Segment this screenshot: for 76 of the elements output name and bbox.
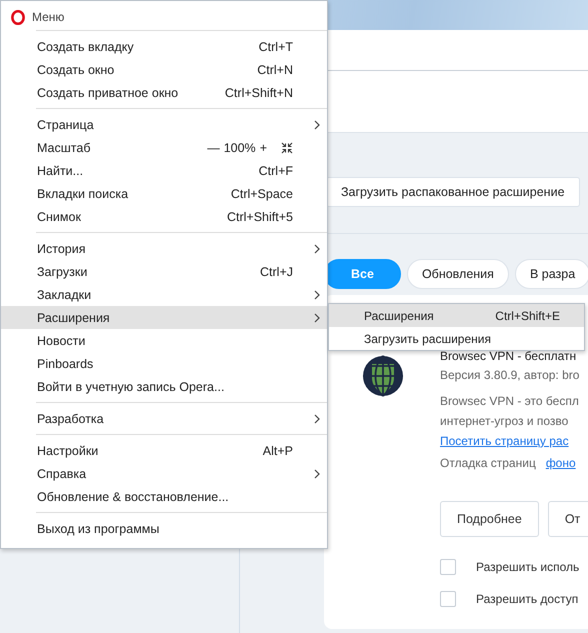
submenu-item[interactable]: Загрузить расширения (329, 327, 584, 350)
filter-tab[interactable]: В разра (514, 259, 588, 289)
menu-item-label: Закладки (37, 288, 92, 302)
menu-item[interactable]: Обновление & восстановление... (1, 485, 327, 508)
checkbox[interactable] (440, 591, 456, 607)
shortcut-label: Alt+P (262, 444, 293, 458)
extension-version: Версия 3.80.9, автор: bro (440, 367, 580, 384)
menu-item[interactable]: Снимок Ctrl+Shift+5 (1, 205, 327, 228)
menu-item-label: Создать приватное окно (37, 86, 180, 100)
menu-item-label: Снимок (37, 210, 82, 224)
menu-item[interactable]: Создать окно Ctrl+N (1, 58, 327, 81)
menu-item-label: Масштаб (37, 140, 92, 154)
shortcut-label: Ctrl+Shift+E (495, 308, 560, 322)
menu-item-label: Страница (37, 118, 95, 132)
checkbox[interactable] (440, 559, 456, 575)
menu-item-label: Pinboards (37, 356, 94, 370)
fullscreen-icon[interactable] (281, 142, 293, 154)
menu-item-label: Настройки (37, 444, 100, 458)
opera-logo-icon (11, 10, 25, 24)
menu-item[interactable]: Разработка (1, 407, 327, 430)
shortcut-label: Ctrl+Shift+5 (226, 210, 293, 224)
menu-item[interactable]: Справка (1, 462, 327, 485)
submenu-item[interactable]: Расширения Ctrl+Shift+E (329, 304, 584, 327)
menu-item-label: Новости (37, 334, 86, 348)
checkbox-label: Разрешить исполь (476, 559, 580, 576)
menu-item-label: Создать вкладку (37, 40, 135, 54)
extension-description: Browsec VPN - это беспл (440, 393, 580, 410)
menu-item-label: Выход из программы (37, 522, 160, 536)
menu-item[interactable]: Выход из программы (1, 517, 327, 540)
debug-label: Отладка страниц (440, 455, 536, 472)
shortcut-label: Ctrl+Shift+N (224, 86, 293, 100)
extension-name: Browsec VPN - бесплатн (440, 348, 578, 365)
menu-item[interactable]: Pinboards (1, 352, 327, 375)
card-button[interactable]: От (548, 501, 588, 537)
menu-item[interactable]: Масштаб — 100% + (1, 136, 327, 159)
extension-description: интернет-угроз и позво (440, 413, 570, 430)
filter-tab[interactable]: Обновления (406, 259, 509, 289)
zoom-in-button[interactable]: + (260, 140, 267, 154)
load-unpacked-button[interactable]: Загрузить распакованное расширение (326, 177, 580, 207)
zoom-out-button[interactable]: — (207, 140, 220, 154)
menu-title: Меню (32, 10, 64, 24)
card-button[interactable]: Подробнее (440, 501, 539, 537)
shortcut-label: Ctrl+Space (230, 186, 293, 200)
menu-item-label: Загрузить расширения (364, 332, 492, 346)
checkbox-label: Разрешить доступ (476, 591, 578, 608)
menu-item[interactable]: Войти в учетную запись Opera... (1, 375, 327, 398)
menu-item-label: История (37, 242, 86, 256)
shortcut-label: Ctrl+J (260, 264, 293, 278)
menu-item[interactable]: История (1, 237, 327, 260)
menu-item-label: Создать окно (37, 62, 116, 76)
menu-item[interactable]: Новости (1, 329, 327, 352)
zoom-value: 100% (224, 140, 256, 154)
menu-item-label: Расширения (364, 308, 435, 322)
menu-item[interactable]: Расширения (1, 306, 327, 329)
menu-item[interactable]: Настройки Alt+P (1, 439, 327, 462)
menu-item-label: Расширения (37, 310, 111, 324)
menu-item-label: Войти в учетную запись Opera... (37, 380, 226, 394)
menu-item[interactable]: Загрузки Ctrl+J (1, 260, 327, 283)
menu-item[interactable]: Страница (1, 113, 327, 136)
menu-item[interactable]: Создать вкладку Ctrl+T (1, 35, 327, 58)
menu-item[interactable]: Закладки (1, 283, 327, 306)
menu-item-label: Разработка (37, 412, 105, 426)
menu-item-label: Загрузки (37, 264, 88, 278)
shortcut-label: Ctrl+F (258, 164, 293, 178)
globe-shield-icon (362, 355, 404, 397)
menu-item-label: Обновление & восстановление... (37, 490, 230, 504)
menu-item-label: Справка (37, 466, 88, 480)
extension-page-link[interactable]: Посетить страницу рас (440, 434, 569, 448)
menu-item[interactable]: Создать приватное окно Ctrl+Shift+N (1, 81, 327, 104)
menu-item[interactable]: Найти... Ctrl+F (1, 159, 327, 182)
background-page-link[interactable]: фоно (546, 453, 576, 473)
menu-item-label: Вкладки поиска (37, 186, 130, 200)
menu-item[interactable]: Вкладки поиска Ctrl+Space (1, 182, 327, 205)
menu-item-label: Найти... (37, 164, 84, 178)
shortcut-label: Ctrl+N (257, 62, 293, 76)
shortcut-label: Ctrl+T (258, 40, 293, 54)
